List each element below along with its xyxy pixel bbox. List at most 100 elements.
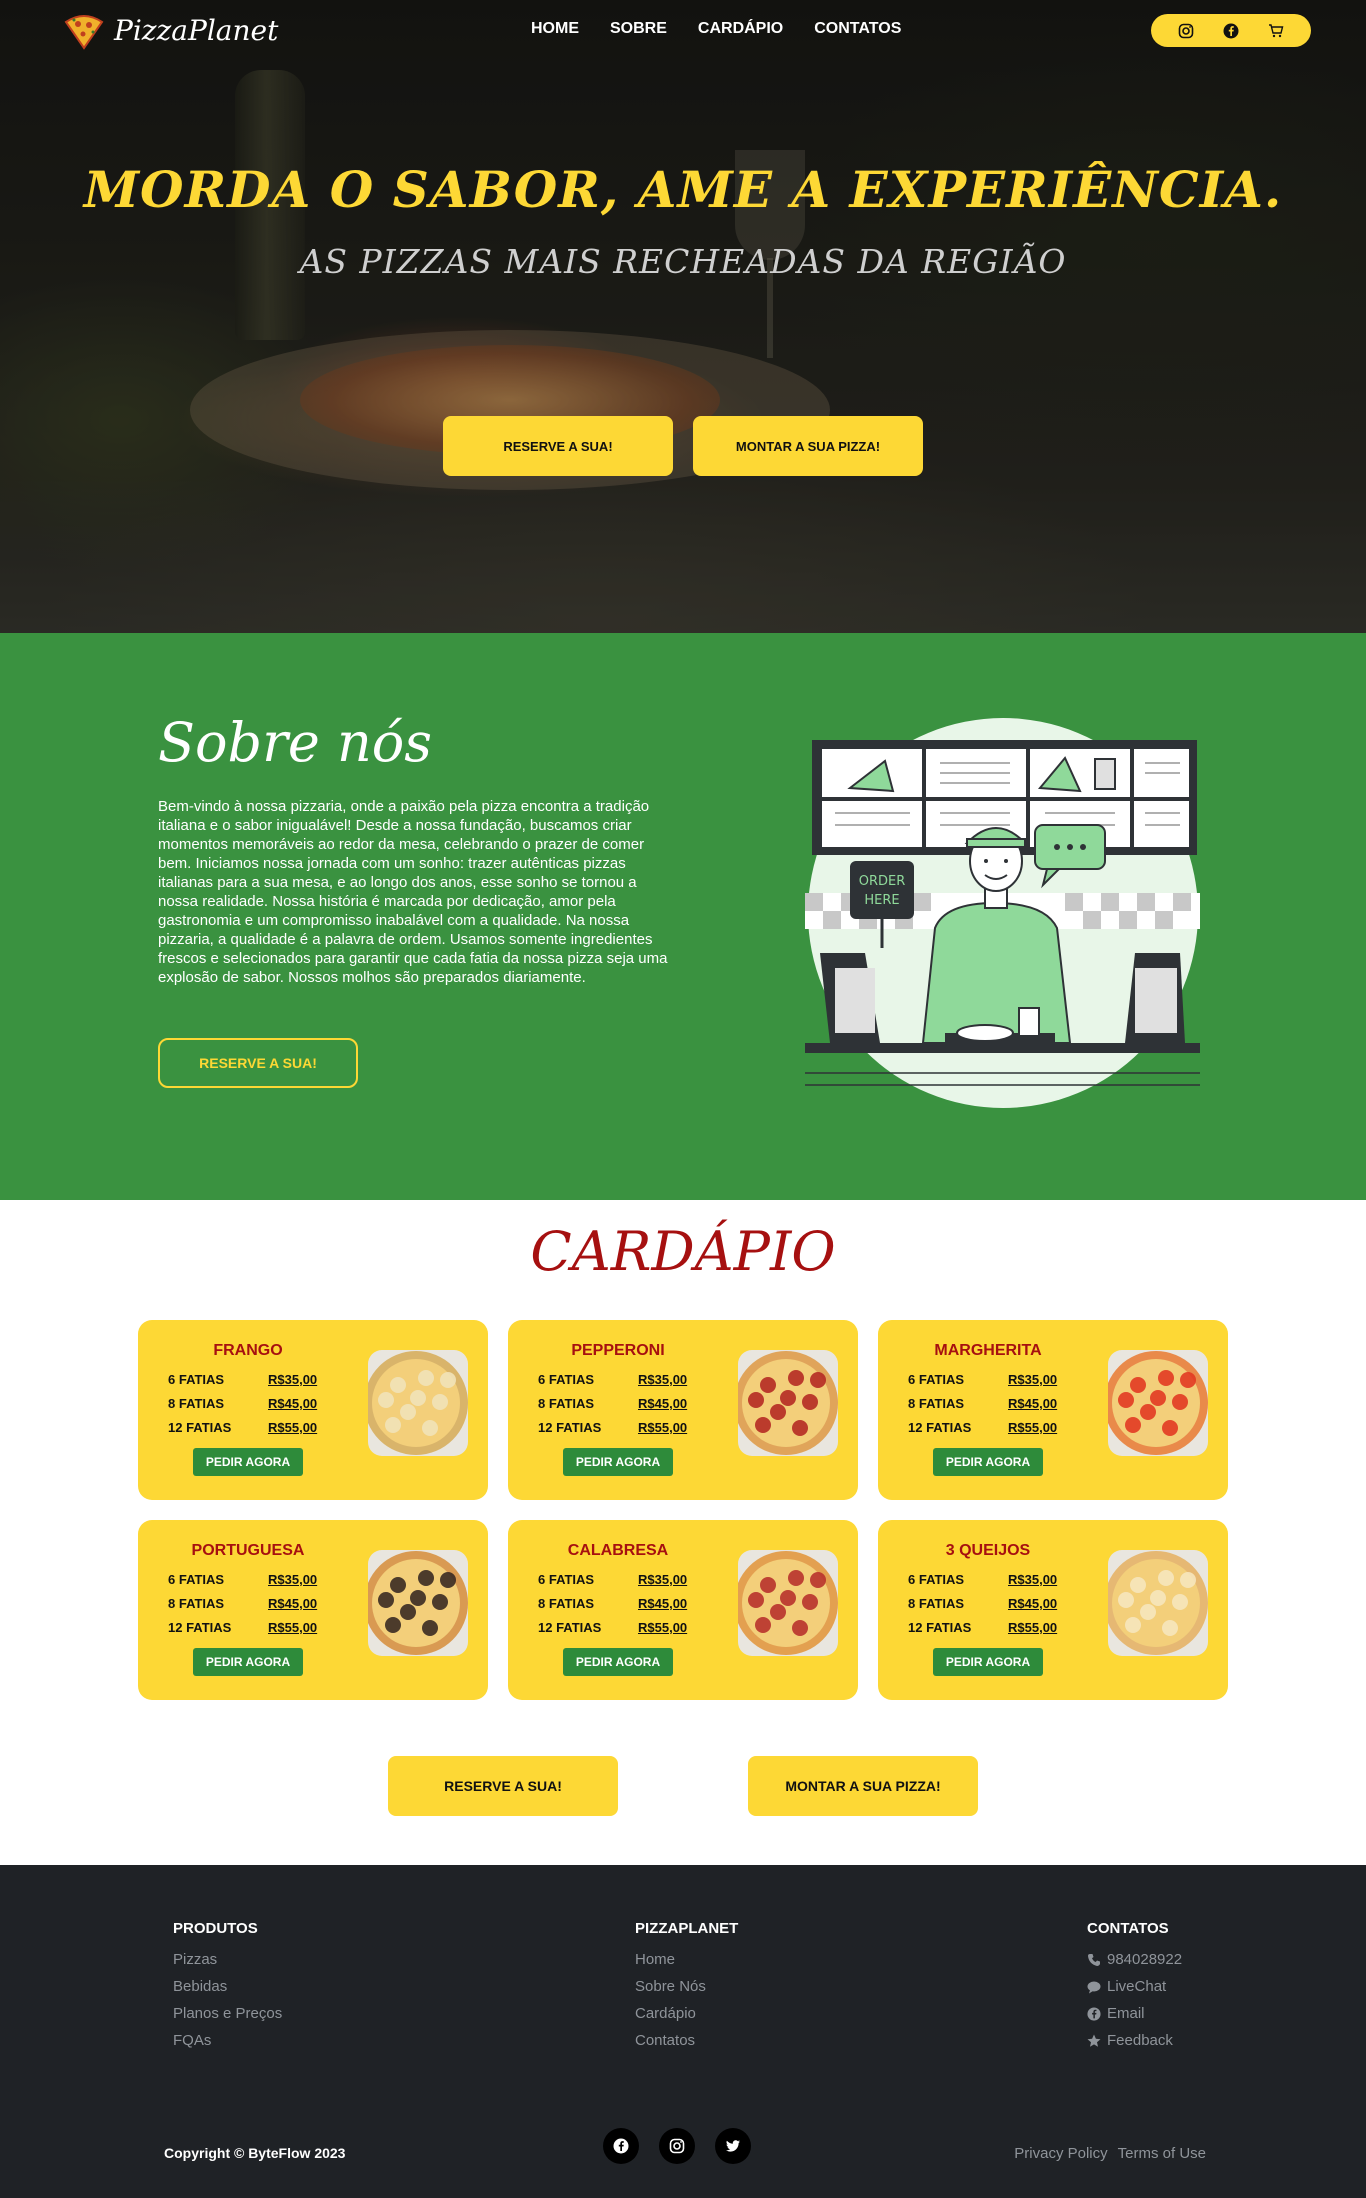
price[interactable]: R$55,00: [638, 1620, 687, 1635]
order-now-button[interactable]: PEDIR AGORA: [193, 1648, 303, 1676]
menu-card-margherita: MARGHERITA 6 FATIAS R$35,00 8 FATIAS R$45,00…: [878, 1320, 1228, 1500]
footer-feedback-text: Feedback: [1107, 2032, 1173, 2049]
privacy-policy-link[interactable]: Privacy Policy: [1014, 2145, 1107, 2162]
menu-card-pepperoni: PEPPERONI 6 FATIAS R$35,00 8 FATIAS R$45,00 1…: [508, 1320, 858, 1500]
slice-count: 8 FATIAS: [168, 1596, 225, 1611]
slice-count: 12 FATIAS: [168, 1620, 232, 1635]
hero-build-pizza-button[interactable]: MONTAR A SUA PIZZA!: [693, 416, 923, 476]
footer-contact-phone[interactable]: 984028922: [1087, 1946, 1182, 1973]
slice-count: 6 FATIAS: [168, 1572, 225, 1587]
pizza-photo: [368, 1550, 468, 1656]
hero-title: MORDA O SABOR, AME A EXPERIÊNCIA.: [83, 160, 1283, 219]
footer-link-fqas[interactable]: FQAs: [173, 2027, 282, 2054]
footer-contact-feedback[interactable]: Feedback: [1087, 2027, 1182, 2054]
order-now-button[interactable]: PEDIR AGORA: [933, 1648, 1043, 1676]
hero-reserve-button[interactable]: RESERVE A SUA!: [443, 416, 673, 476]
slice-count: 12 FATIAS: [538, 1420, 602, 1435]
footer-contact-livechat[interactable]: LiveChat: [1087, 1973, 1182, 2000]
slice-count: 8 FATIAS: [538, 1596, 595, 1611]
price[interactable]: R$55,00: [268, 1620, 317, 1635]
pizza-photo: [738, 1550, 838, 1656]
price[interactable]: R$35,00: [638, 1572, 687, 1587]
footer-link-bebidas[interactable]: Bebidas: [173, 1973, 282, 2000]
chat-icon: [1087, 1981, 1101, 1993]
footer-link-pizzas[interactable]: Pizzas: [173, 1946, 282, 1973]
footer-livechat-text: LiveChat: [1107, 1978, 1167, 1995]
order-now-button[interactable]: PEDIR AGORA: [933, 1448, 1043, 1476]
pizza-photo: [1108, 1550, 1208, 1656]
top-nav: PizzaPlanet HOME SOBRE CARDÁPIO CONTATOS: [0, 0, 1366, 60]
menu-item-name: PEPPERONI: [571, 1342, 665, 1359]
pizza-photo: [1108, 1350, 1208, 1456]
facebook-icon[interactable]: [1220, 20, 1242, 42]
footer-contact-email[interactable]: Email: [1087, 2000, 1182, 2027]
price[interactable]: R$45,00: [268, 1396, 317, 1411]
order-now-button[interactable]: PEDIR AGORA: [193, 1448, 303, 1476]
main-menu: HOME SOBRE CARDÁPIO CONTATOS: [531, 20, 932, 38]
nav-contatos[interactable]: CONTATOS: [814, 20, 901, 38]
cart-icon[interactable]: [1265, 20, 1287, 42]
about-text: Bem-vindo à nossa pizzaria, onde a paixã…: [158, 798, 668, 986]
menu-reserve-button[interactable]: RESERVE A SUA!: [388, 1756, 618, 1816]
price[interactable]: R$45,00: [638, 1396, 687, 1411]
footer-phone-text: 984028922: [1107, 1951, 1183, 1968]
slice-count: 6 FATIAS: [168, 1372, 225, 1387]
price[interactable]: R$45,00: [1008, 1396, 1057, 1411]
pizza-photo: [368, 1350, 468, 1456]
nav-sobre[interactable]: SOBRE: [610, 20, 667, 38]
footer-social: [603, 2128, 751, 2164]
slice-count: 8 FATIAS: [908, 1396, 965, 1411]
price[interactable]: R$55,00: [1008, 1620, 1057, 1635]
order-now-button[interactable]: PEDIR AGORA: [563, 1448, 673, 1476]
price[interactable]: R$35,00: [1008, 1372, 1057, 1387]
price[interactable]: R$55,00: [638, 1420, 687, 1435]
menu-item-name: FRANGO: [213, 1342, 283, 1359]
order-here-sign-line-1: ORDER: [859, 874, 906, 889]
price[interactable]: R$55,00: [1008, 1420, 1057, 1435]
instagram-icon[interactable]: [659, 2128, 695, 2164]
price[interactable]: R$45,00: [268, 1596, 317, 1611]
menu-item-name: MARGHERITA: [934, 1342, 1042, 1359]
instagram-icon[interactable]: [1175, 20, 1197, 42]
price[interactable]: R$55,00: [268, 1420, 317, 1435]
hero-subtitle: AS PIZZAS MAIS RECHEADAS DA REGIÃO: [299, 242, 1067, 281]
menu-build-pizza-button[interactable]: MONTAR A SUA PIZZA!: [748, 1756, 978, 1816]
footer-link-cardapio[interactable]: Cardápio: [635, 2000, 738, 2027]
menu-item-name: PORTUGUESA: [191, 1542, 305, 1559]
footer-col-pizzaplanet: PIZZAPLANET Home Sobre Nós Cardápio Cont…: [635, 1920, 738, 2054]
footer-link-home[interactable]: Home: [635, 1946, 738, 1973]
facebook-icon[interactable]: [603, 2128, 639, 2164]
header-social-pill: [1151, 14, 1311, 47]
menu-card-portuguesa: PORTUGUESA 6 FATIAS R$35,00 8 FATIAS R$45,00…: [138, 1520, 488, 1700]
price[interactable]: R$35,00: [1008, 1572, 1057, 1587]
footer-link-sobre[interactable]: Sobre Nós: [635, 1973, 738, 2000]
menu-section: CARDÁPIO FRANGO 6 FATIAS R$35,00 8 FATIAS R$…: [0, 1200, 1366, 1865]
slice-count: 8 FATIAS: [538, 1396, 595, 1411]
footer-col-contatos: CONTATOS 984028922 LiveChat Email Feedba…: [1087, 1920, 1182, 2054]
slice-count: 12 FATIAS: [908, 1620, 972, 1635]
footer-email-text: Email: [1107, 2005, 1145, 2022]
about-section: Sobre nós Bem-vindo à nossa pizzaria, on…: [0, 633, 1366, 1200]
nav-cardapio[interactable]: CARDÁPIO: [698, 20, 783, 38]
order-now-button[interactable]: PEDIR AGORA: [563, 1648, 673, 1676]
about-reserve-button[interactable]: RESERVE A SUA!: [158, 1038, 358, 1088]
about-title: Sobre nós: [158, 711, 433, 774]
brand-name: PizzaPlanet: [114, 13, 279, 47]
brand-logo[interactable]: PizzaPlanet: [62, 10, 278, 50]
terms-of-use-link[interactable]: Terms of Use: [1118, 2145, 1206, 2162]
footer-heading-produtos: PRODUTOS: [173, 1920, 258, 1937]
price[interactable]: R$45,00: [638, 1596, 687, 1611]
price[interactable]: R$45,00: [1008, 1596, 1057, 1611]
footer-link-planos[interactable]: Planos e Preços: [173, 2000, 282, 2027]
price[interactable]: R$35,00: [268, 1572, 317, 1587]
price[interactable]: R$35,00: [268, 1372, 317, 1387]
slice-count: 8 FATIAS: [168, 1396, 225, 1411]
footer: PRODUTOS Pizzas Bebidas Planos e Preços …: [0, 1865, 1366, 2198]
menu-card-3-queijos: 3 QUEIJOS 6 FATIAS R$35,00 8 FATIAS R$45,00 1…: [878, 1520, 1228, 1700]
nav-home[interactable]: HOME: [531, 20, 579, 38]
footer-link-contatos[interactable]: Contatos: [635, 2027, 738, 2054]
twitter-icon[interactable]: [715, 2128, 751, 2164]
price[interactable]: R$35,00: [638, 1372, 687, 1387]
footer-heading-contatos: CONTATOS: [1087, 1920, 1169, 1937]
slice-count: 6 FATIAS: [538, 1372, 595, 1387]
